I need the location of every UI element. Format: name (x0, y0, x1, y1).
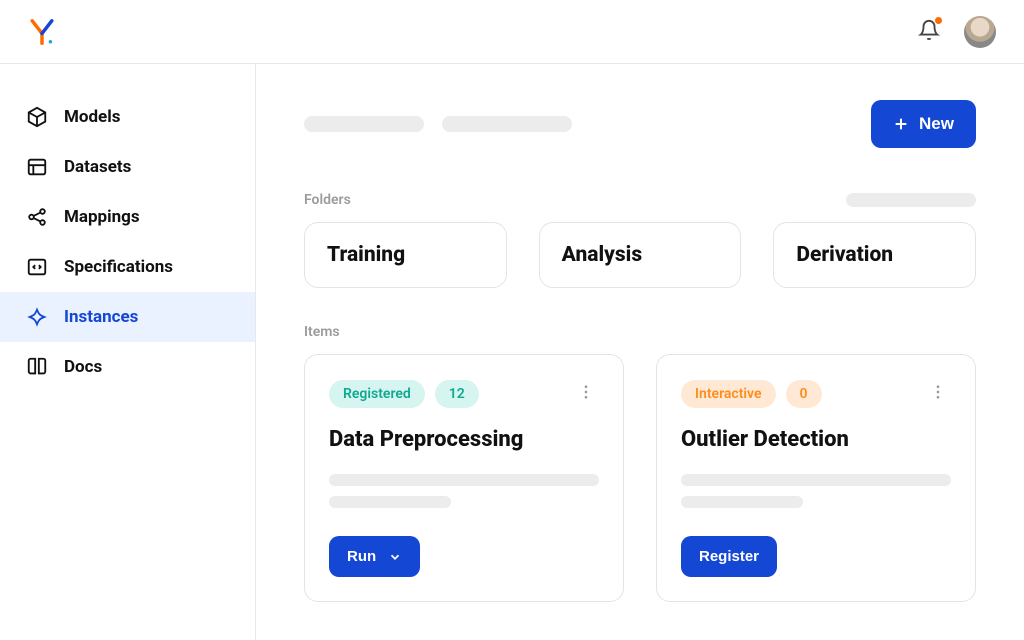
sidebar-item-label: Specifications (64, 257, 173, 277)
card-menu-button[interactable] (925, 379, 951, 409)
sidebar-item-instances[interactable]: Instances (0, 292, 255, 342)
sidebar-item-label: Models (64, 107, 120, 127)
app-logo[interactable] (28, 18, 56, 46)
sidebar-item-label: Mappings (64, 207, 140, 227)
share-icon (26, 206, 48, 228)
card-title: Data Preprocessing (329, 427, 599, 452)
plus-icon (893, 116, 909, 132)
item-card: Interactive 0 Outlier Detection Register (656, 354, 976, 602)
run-button[interactable]: Run (329, 536, 420, 577)
card-placeholder (329, 474, 599, 508)
item-card: Registered 12 Data Preprocessing Run (304, 354, 624, 602)
items-section-header: Items (304, 324, 976, 340)
main-content: New Folders Training Analysis Derivation… (256, 64, 1024, 640)
sidebar-item-specifications[interactable]: Specifications (0, 242, 255, 292)
sidebar-item-models[interactable]: Models (0, 92, 255, 142)
sidebar-item-label: Datasets (64, 157, 131, 177)
code-icon (26, 256, 48, 278)
card-placeholder (681, 474, 951, 508)
sidebar-item-label: Instances (64, 307, 138, 327)
card-menu-button[interactable] (573, 379, 599, 409)
sparkle-icon (26, 306, 48, 328)
cube-icon (26, 106, 48, 128)
table-icon (26, 156, 48, 178)
folder-training[interactable]: Training (304, 222, 507, 288)
sidebar-item-mappings[interactable]: Mappings (0, 192, 255, 242)
sidebar-item-datasets[interactable]: Datasets (0, 142, 255, 192)
kebab-icon (577, 383, 595, 401)
breadcrumb-placeholder (304, 116, 572, 132)
count-badge: 12 (435, 380, 479, 408)
chevron-down-icon (388, 550, 402, 564)
sidebar: Models Datasets Mappings Specifications … (0, 64, 256, 640)
notifications-button[interactable] (918, 19, 940, 45)
new-button[interactable]: New (871, 100, 976, 148)
run-button-label: Run (347, 548, 376, 565)
sidebar-item-docs[interactable]: Docs (0, 342, 255, 392)
folder-derivation[interactable]: Derivation (773, 222, 976, 288)
sidebar-item-label: Docs (64, 357, 102, 377)
kebab-icon (929, 383, 947, 401)
book-icon (26, 356, 48, 378)
register-button-label: Register (699, 548, 759, 565)
count-badge: 0 (786, 380, 822, 408)
status-badge: Registered (329, 380, 425, 408)
new-button-label: New (919, 114, 954, 134)
notification-dot-icon (935, 17, 942, 24)
register-button[interactable]: Register (681, 536, 777, 577)
topbar (0, 0, 1024, 64)
folders-section-header: Folders (304, 192, 976, 208)
user-avatar[interactable] (964, 16, 996, 48)
status-badge: Interactive (681, 380, 776, 408)
card-title: Outlier Detection (681, 427, 951, 452)
folder-analysis[interactable]: Analysis (539, 222, 742, 288)
